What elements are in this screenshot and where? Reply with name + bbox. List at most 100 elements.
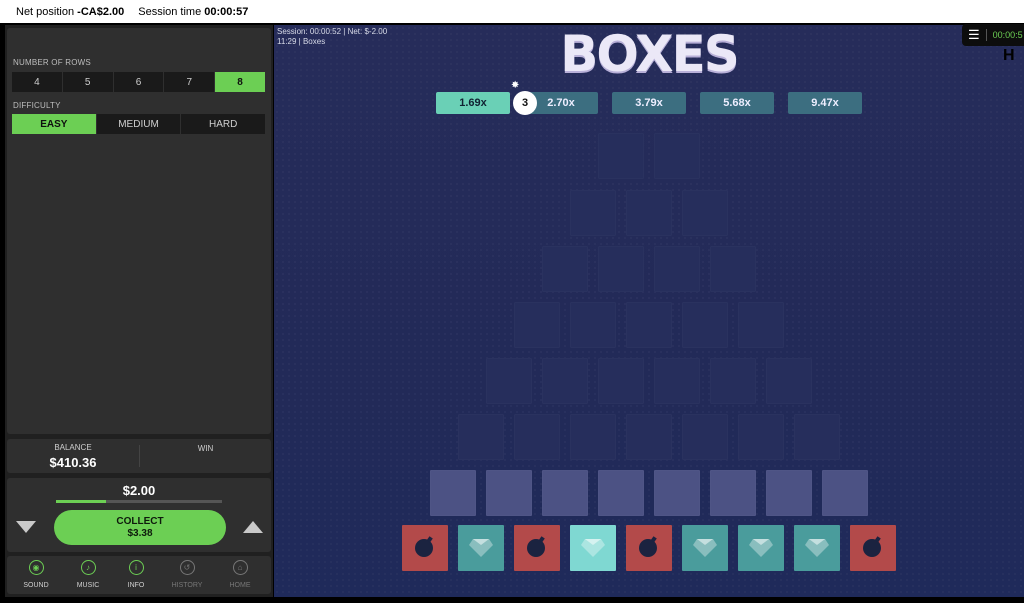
music-button[interactable]: ♪ MUSIC <box>66 560 110 589</box>
bomb-count-badge: 3 <box>513 91 537 115</box>
corner-logo-icon: H <box>1003 47 1015 64</box>
box-row6-4[interactable] <box>626 414 672 460</box>
rows-option-5[interactable]: 5 <box>62 72 114 92</box>
multiplier-4: 5.68x <box>700 92 774 114</box>
info-button[interactable]: i INFO <box>114 560 158 589</box>
box-row7-4[interactable] <box>598 470 644 516</box>
revealed-tile-8 <box>794 525 840 571</box>
box-row5-5[interactable] <box>710 358 756 404</box>
rows-option-6[interactable]: 6 <box>113 72 165 92</box>
box-row3-4[interactable] <box>710 246 756 292</box>
bet-increase-button[interactable] <box>243 521 263 533</box>
home-button[interactable]: ⌂ HOME <box>218 560 262 589</box>
hamburger-icon: ☰ <box>968 27 980 42</box>
difficulty-selector: EASY MEDIUM HARD <box>12 114 267 134</box>
box-row1-1[interactable] <box>598 133 644 179</box>
box-row3-2[interactable] <box>598 246 644 292</box>
box-row6-2[interactable] <box>514 414 560 460</box>
difficulty-option-medium[interactable]: MEDIUM <box>96 114 182 134</box>
footer-panel: ◉ SOUND ♪ MUSIC i INFO ↺ HISTORY ⌂ HOME <box>7 556 271 594</box>
revealed-tile-3 <box>514 525 560 571</box>
gem-icon <box>579 533 607 564</box>
box-row3-3[interactable] <box>654 246 700 292</box>
gem-icon <box>747 533 775 564</box>
box-row7-3[interactable] <box>542 470 588 516</box>
box-row4-1[interactable] <box>514 302 560 348</box>
history-icon: ↺ <box>179 560 195 575</box>
menu-divider <box>985 29 987 41</box>
session-time: Session time 00:00:57 <box>138 5 249 18</box>
box-row7-2[interactable] <box>486 470 532 516</box>
box-row4-5[interactable] <box>738 302 784 348</box>
box-row2-2[interactable] <box>626 190 672 236</box>
gem-icon <box>467 533 495 564</box>
rows-selector: 45678 <box>12 72 266 92</box>
box-row4-2[interactable] <box>570 302 616 348</box>
music-note-icon: ♪ <box>80 560 96 575</box>
game-area: Session: 00:00:52 | Net: $-2.00 11:29 | … <box>274 25 1024 597</box>
bomb-icon <box>524 533 550 564</box>
difficulty-option-easy[interactable]: EASY <box>12 114 97 134</box>
revealed-tile-9 <box>850 525 896 571</box>
multiplier-5: 9.47x <box>788 92 862 114</box>
box-row7-6[interactable] <box>710 470 756 516</box>
box-row4-3[interactable] <box>626 302 672 348</box>
rows-option-4[interactable]: 4 <box>12 72 63 92</box>
balance-value: $410.36 <box>49 454 97 470</box>
info-icon: i <box>128 560 144 575</box>
bomb-icon <box>412 533 438 564</box>
box-row7-8[interactable] <box>822 470 868 516</box>
box-row2-1[interactable] <box>570 190 616 236</box>
collect-button[interactable]: COLLECT $3.38 <box>54 510 226 545</box>
box-row6-5[interactable] <box>682 414 728 460</box>
bet-decrease-button[interactable] <box>16 521 36 533</box>
sound-button[interactable]: ◉ SOUND <box>14 560 58 589</box>
box-row4-4[interactable] <box>682 302 728 348</box>
bet-value: $2.00 <box>122 483 156 498</box>
net-position: Net position -CA$2.00 <box>16 5 125 18</box>
box-row7-5[interactable] <box>654 470 700 516</box>
box-row5-4[interactable] <box>654 358 700 404</box>
rows-label: NUMBER OF ROWS <box>13 58 91 67</box>
box-row6-3[interactable] <box>570 414 616 460</box>
box-row5-1[interactable] <box>486 358 532 404</box>
gem-icon <box>803 533 831 564</box>
rows-option-7[interactable]: 7 <box>164 72 216 92</box>
balance-panel: BALANCE $410.36 WIN <box>7 439 271 473</box>
box-row3-1[interactable] <box>542 246 588 292</box>
revealed-tile-5 <box>626 525 672 571</box>
game-title: BOXES <box>560 25 740 83</box>
home-icon: ⌂ <box>232 560 248 575</box>
box-row6-6[interactable] <box>738 414 784 460</box>
bomb-icon <box>636 533 662 564</box>
revealed-tile-2 <box>458 525 504 571</box>
spark-icon: ✸ <box>511 80 520 91</box>
box-row5-2[interactable] <box>542 358 588 404</box>
gem-icon <box>691 533 719 564</box>
box-row2-3[interactable] <box>682 190 728 236</box>
revealed-tile-7 <box>738 525 784 571</box>
win-display: WIN <box>197 444 214 453</box>
history-button[interactable]: ↺ HISTORY <box>165 560 209 589</box>
revealed-tile-6 <box>682 525 728 571</box>
settings-panel: NUMBER OF ROWS 45678 DIFFICULTY EASY MEDI… <box>7 28 271 434</box>
difficulty-label: DIFFICULTY <box>13 101 61 110</box>
revealed-tile-4 <box>570 525 616 571</box>
multiplier-3: 3.79x <box>612 92 686 114</box>
box-row6-1[interactable] <box>458 414 504 460</box>
box-row7-7[interactable] <box>766 470 812 516</box>
box-row6-7[interactable] <box>794 414 840 460</box>
difficulty-option-hard[interactable]: HARD <box>181 114 267 134</box>
bet-progress-track <box>56 500 222 503</box>
control-panel: NUMBER OF ROWS 45678 DIFFICULTY EASY MEDI… <box>5 25 273 597</box>
speaker-icon: ◉ <box>28 560 44 575</box>
box-row5-6[interactable] <box>766 358 812 404</box>
box-row1-2[interactable] <box>654 133 700 179</box>
rows-option-8[interactable]: 8 <box>215 72 266 92</box>
revealed-tile-1 <box>402 525 448 571</box>
menu-button[interactable]: ☰ 00:00:5 <box>962 24 1024 46</box>
box-row7-1[interactable] <box>430 470 476 516</box>
bet-panel: $2.00 COLLECT $3.38 <box>7 478 271 552</box>
balance-display: BALANCE $410.36 <box>49 442 97 470</box>
box-row5-3[interactable] <box>598 358 644 404</box>
